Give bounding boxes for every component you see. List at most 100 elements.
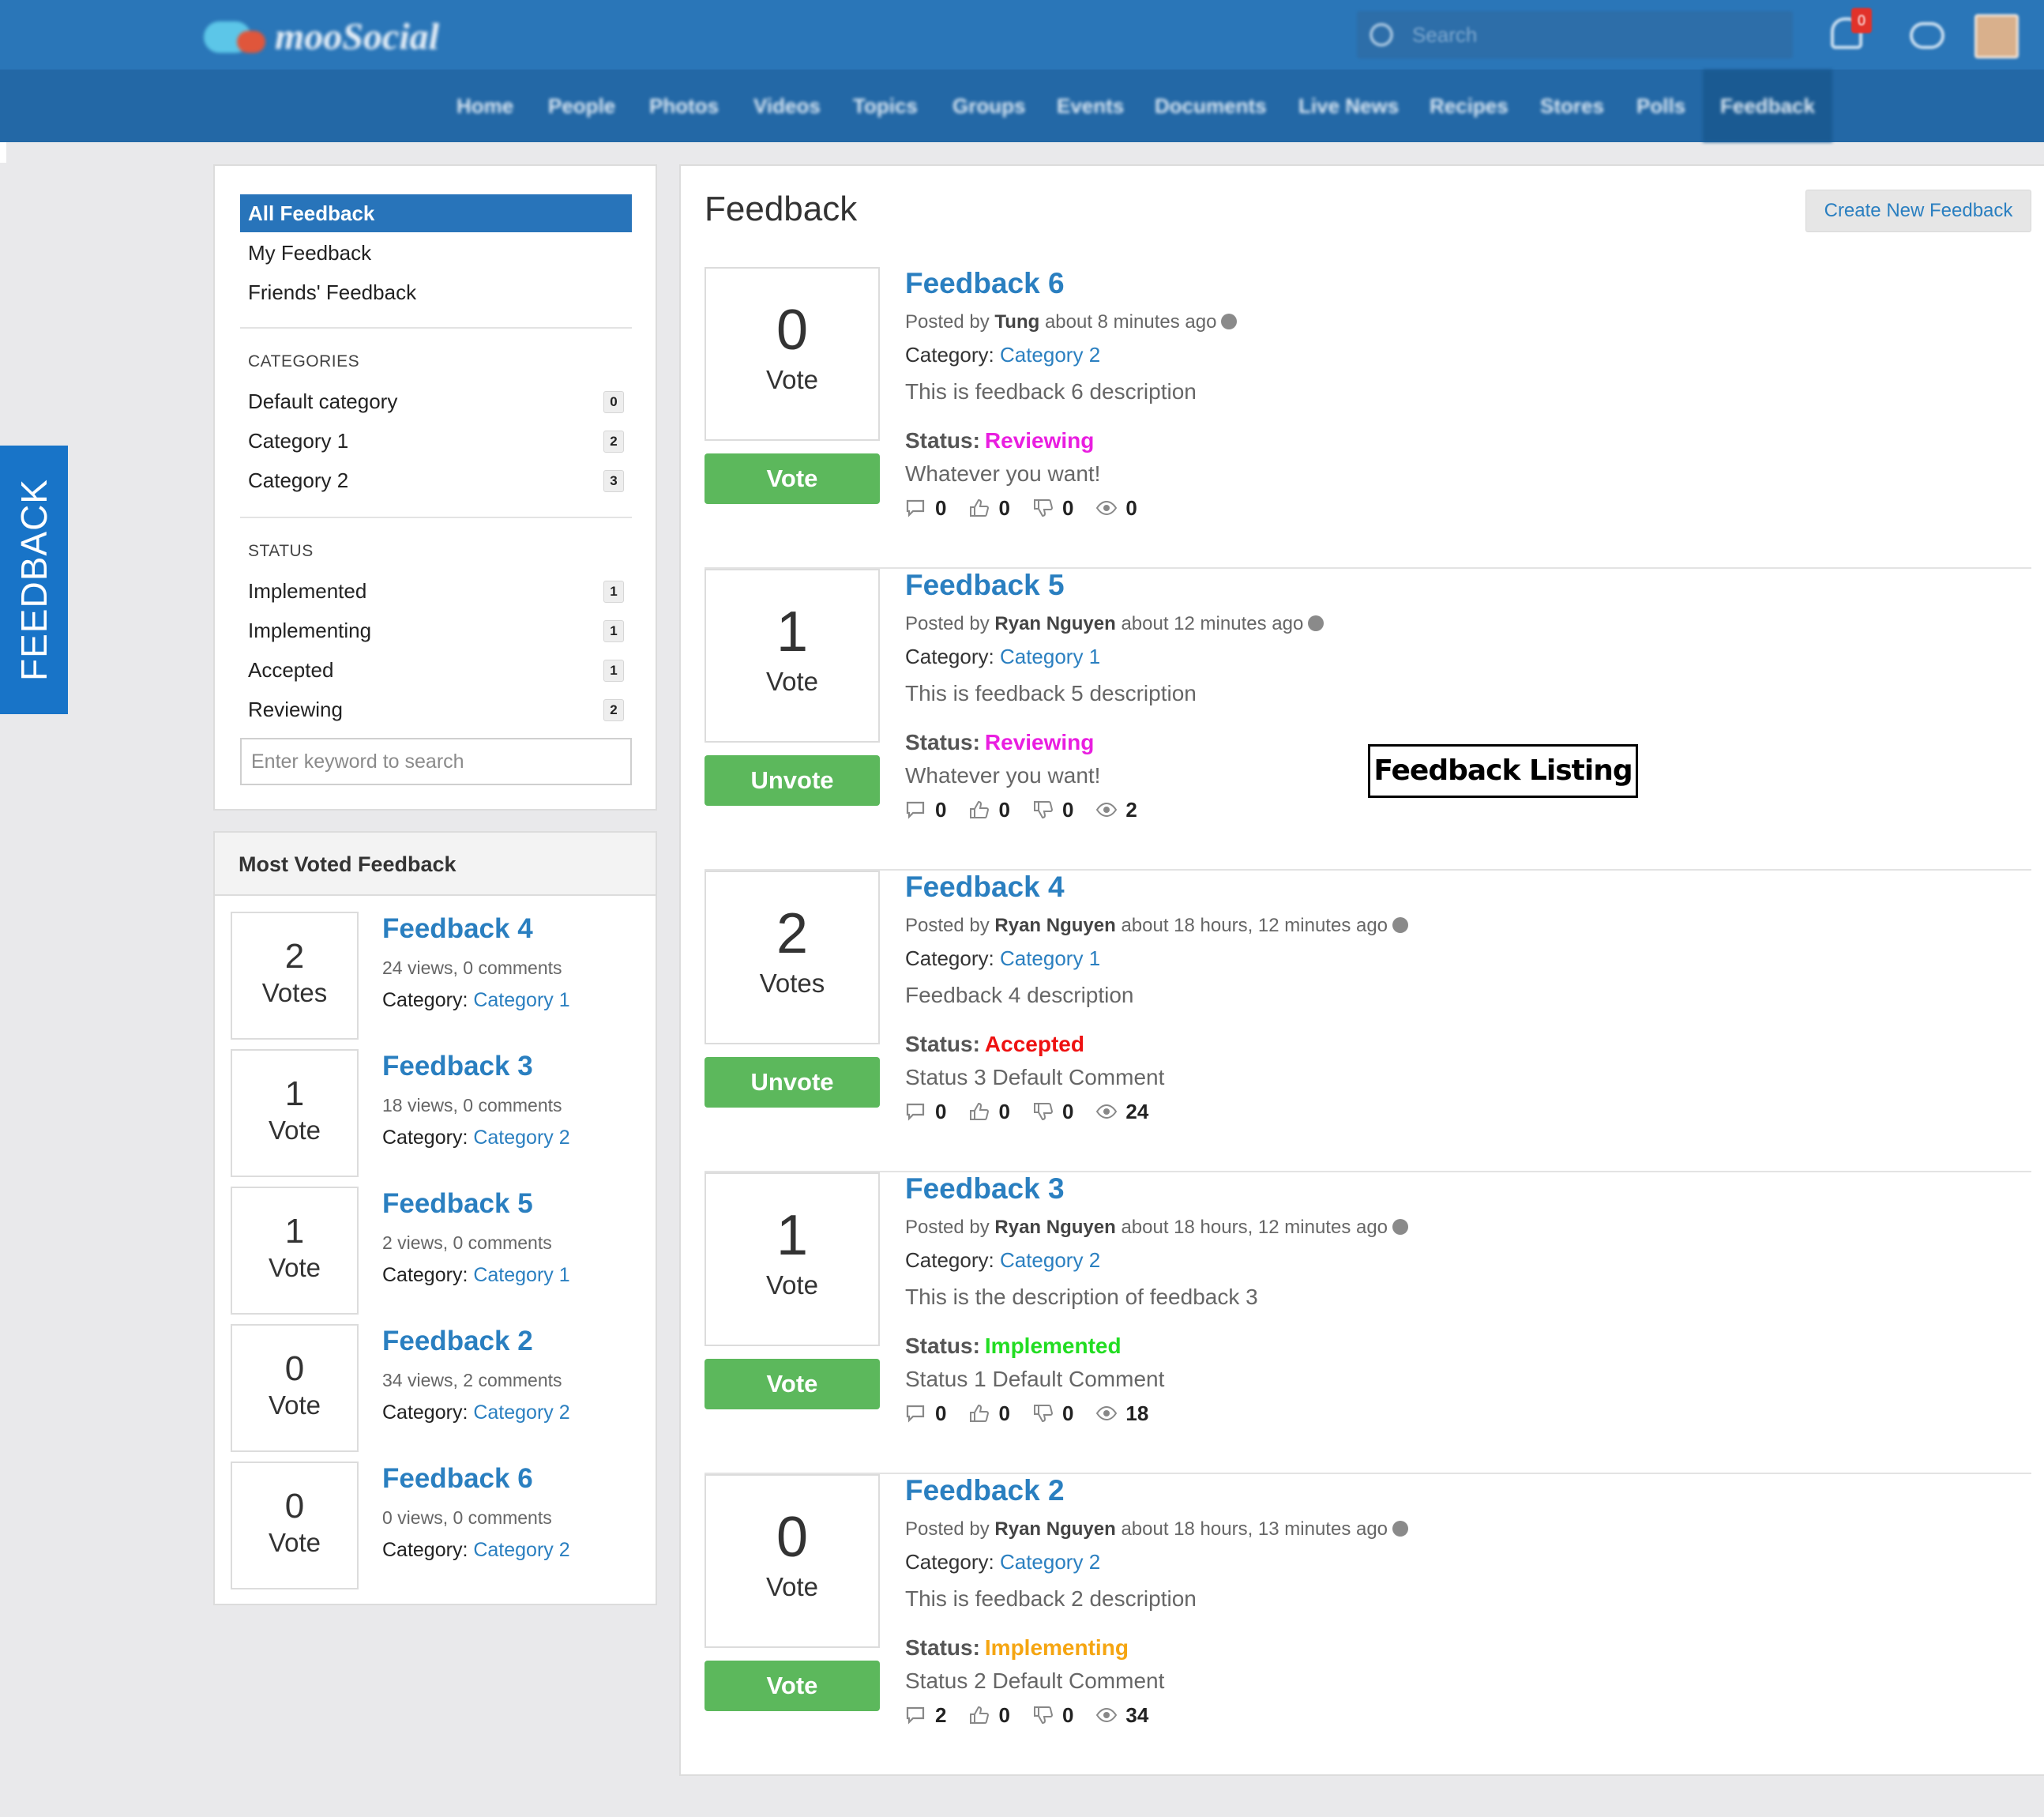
comment-icon[interactable] [905,1404,927,1423]
feedback-title-link[interactable]: Feedback 2 [905,1474,1065,1507]
feedback-title-link[interactable]: Feedback 4 [905,871,1065,904]
status-item[interactable]: Reviewing 2 [248,694,624,725]
category-prefix: Category: [905,645,994,668]
feedback-posted-by: Posted by Ryan Nguyen about 18 hours, 12… [905,1217,1409,1239]
status-prefix: Status: [905,1032,980,1056]
thumbs-up-icon[interactable] [968,1706,990,1725]
nav-live-news[interactable]: Live News [1298,70,1399,142]
status-prefix: Status: [905,1334,980,1358]
feedback-title-link[interactable]: Feedback 5 [905,569,1065,602]
search-icon [1370,23,1393,47]
author-link[interactable]: Ryan Nguyen [994,613,1115,634]
comment-icon[interactable] [905,1102,927,1121]
nav-home[interactable]: Home [457,70,513,142]
nav-photos[interactable]: Photos [649,70,719,142]
nav-documents[interactable]: Documents [1155,70,1267,142]
like-count: 0 [998,797,1010,822]
feedback-status: Status: Reviewing [905,730,1094,755]
notification-badge: 0 [1851,8,1872,33]
nav-topics[interactable]: Topics [853,70,918,142]
category-link[interactable]: Category 1 [1000,946,1100,970]
vote-label: Vote [268,1390,321,1420]
site-logo[interactable]: mooSocial [204,14,439,58]
thumbs-down-icon[interactable] [1032,800,1054,819]
status-item[interactable]: Accepted 1 [248,654,624,686]
category-prefix: Category: [905,946,994,970]
thumbs-down-icon[interactable] [1032,1706,1054,1725]
create-feedback-button[interactable]: Create New Feedback [1805,190,2031,232]
most-voted-title-link[interactable]: Feedback 2 [382,1326,533,1357]
thumbs-up-icon[interactable] [968,1404,990,1423]
most-voted-title-link[interactable]: Feedback 4 [382,913,533,945]
menu-my-feedback[interactable]: My Feedback [240,234,632,272]
posted-by-prefix: Posted by [905,1518,990,1540]
feedback-category: Category: Category 2 [905,343,1100,367]
nav-polls[interactable]: Polls [1636,70,1685,142]
author-link[interactable]: Ryan Nguyen [994,915,1115,936]
vote-button[interactable]: Vote [705,453,880,504]
vote-count-box: 0 Vote [231,1462,359,1589]
category-link[interactable]: Category 2 [473,1539,569,1561]
feedback-title-link[interactable]: Feedback 6 [905,267,1065,300]
nav-people[interactable]: People [548,70,615,142]
comment-count: 2 [935,1702,947,1727]
category-link[interactable]: Category 1 [1000,645,1100,668]
author-link[interactable]: Ryan Nguyen [994,1217,1115,1238]
most-voted-title-link[interactable]: Feedback 5 [382,1188,533,1220]
keyword-search-input[interactable] [240,738,632,785]
nav-recipes[interactable]: Recipes [1430,70,1509,142]
most-voted-title-link[interactable]: Feedback 6 [382,1463,533,1495]
menu-all-feedback[interactable]: All Feedback [240,194,632,232]
thumbs-up-icon[interactable] [968,1102,990,1121]
feedback-title-link[interactable]: Feedback 3 [905,1172,1065,1206]
category-link[interactable]: Category 2 [1000,1248,1100,1272]
nav-events[interactable]: Events [1057,70,1124,142]
comment-icon[interactable] [905,1706,927,1725]
nav-feedback[interactable]: Feedback [1703,70,1832,142]
category-link[interactable]: Category 2 [1000,343,1100,367]
feedback-stats: 0 0 0 0 [905,495,1159,521]
author-link[interactable]: Ryan Nguyen [994,1518,1115,1540]
status-item[interactable]: Implemented 1 [248,575,624,607]
avatar[interactable] [1974,14,2019,58]
chat-icon[interactable] [1910,22,1944,49]
nav-groups[interactable]: Groups [952,70,1025,142]
status-value: Accepted [984,1032,1084,1056]
category-item[interactable]: Default category 0 [248,386,624,417]
category-link[interactable]: Category 1 [473,1264,569,1286]
author-link[interactable]: Tung [994,311,1039,333]
nav-stores[interactable]: Stores [1540,70,1604,142]
most-voted-title-link[interactable]: Feedback 3 [382,1051,533,1082]
vote-button[interactable]: Unvote [705,755,880,806]
like-count: 0 [998,1401,1010,1425]
feedback-description: This is the description of feedback 3 [905,1285,1258,1309]
most-voted-category: Category: Category 2 [382,1401,570,1424]
category-item[interactable]: Category 1 2 [248,425,624,457]
thumbs-down-icon[interactable] [1032,1102,1054,1121]
category-link[interactable]: Category 1 [473,989,569,1011]
nav-videos[interactable]: Videos [753,70,821,142]
category-link[interactable]: Category 2 [473,1127,569,1149]
header-search[interactable]: Search [1357,11,1793,58]
thumbs-down-icon[interactable] [1032,1404,1054,1423]
comment-icon[interactable] [905,800,927,819]
status-count: 1 [603,660,624,682]
comment-icon[interactable] [905,498,927,517]
feedback-status: Status: Accepted [905,1032,1084,1057]
category-prefix: Category: [382,1264,468,1286]
thumbs-up-icon[interactable] [968,800,990,819]
vote-button[interactable]: Vote [705,1661,880,1711]
thumbs-down-icon[interactable] [1032,498,1054,517]
vote-button[interactable]: Unvote [705,1057,880,1108]
vote-button[interactable]: Vote [705,1359,880,1409]
category-item[interactable]: Category 2 3 [248,465,624,496]
menu-friends-feedback[interactable]: Friends' Feedback [240,273,632,311]
vote-count: 0 [284,1349,305,1388]
category-link[interactable]: Category 2 [1000,1550,1100,1574]
thumbs-up-icon[interactable] [968,498,990,517]
feedback-side-tab[interactable]: FEEDBACK [0,446,68,714]
feedback-listing-callout: Feedback Listing [1368,744,1638,798]
status-item[interactable]: Implementing 1 [248,615,624,646]
feedback-filter-panel: All Feedback My Feedback Friends' Feedba… [213,164,657,811]
category-link[interactable]: Category 2 [473,1401,569,1424]
